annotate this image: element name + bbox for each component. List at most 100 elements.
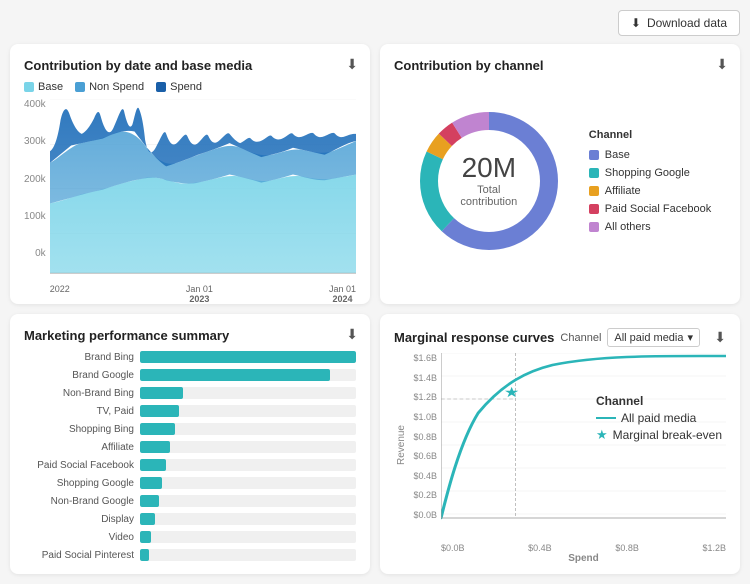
bar-track <box>140 423 356 435</box>
bar-row: Paid Social Pinterest <box>24 549 356 561</box>
bar-fill <box>140 369 330 381</box>
chart1-download-icon[interactable]: ⬇ <box>346 56 358 73</box>
bar-track <box>140 531 356 543</box>
bar-track <box>140 351 356 363</box>
channel-dot-shopping-google <box>589 168 599 178</box>
bar-track <box>140 387 356 399</box>
area-chart: 2022 Jan 012023 Jan 012024 <box>50 99 356 279</box>
chart2-title: Contribution by channel <box>394 58 726 73</box>
bar-label: Display <box>24 514 134 525</box>
bar-chart: Brand Bing Brand Google Non-Brand Bing TV, … <box>24 351 356 561</box>
dashboard-grid: Contribution by date and base media ⬇ Ba… <box>10 44 740 574</box>
mrc-chart-inner: $1.6B $1.4B $1.2B $1.0B $0.8B $0.6B $0.4… <box>407 353 726 538</box>
legend-base-label: Base <box>38 81 63 93</box>
card-contribution-channel: Contribution by channel ⬇ 20M Total cont… <box>380 44 740 304</box>
bar-fill <box>140 405 179 417</box>
bar-label: Non-Brand Bing <box>24 388 134 399</box>
chart2-download-icon[interactable]: ⬇ <box>716 56 728 73</box>
bar-label: Affiliate <box>24 442 134 453</box>
chevron-down-icon: ▾ <box>687 331 693 344</box>
channel-dot-all-others <box>589 222 599 232</box>
bar-row: Non-Brand Bing <box>24 387 356 399</box>
bar-row: Shopping Bing <box>24 423 356 435</box>
donut-label: Total contribution <box>449 184 529 208</box>
bar-fill <box>140 531 151 543</box>
mrc-legend-all-paid: All paid media <box>596 411 722 425</box>
chart1-title: Contribution by date and base media <box>24 58 356 73</box>
bar-label: Non-Brand Google <box>24 496 134 507</box>
legend-base-dot <box>24 82 34 92</box>
bar-fill <box>140 459 166 471</box>
y-axis-label: Revenue <box>394 425 407 465</box>
mrc-y-axis: $1.6B $1.4B $1.2B $1.0B $0.8B $0.6B $0.4… <box>407 353 441 538</box>
bar-row: Video <box>24 531 356 543</box>
channel-dot-paid-social-facebook <box>589 204 599 214</box>
bar-row: Brand Google <box>24 369 356 381</box>
chart3-download-icon[interactable]: ⬇ <box>346 326 358 343</box>
card-contribution-date: Contribution by date and base media ⬇ Ba… <box>10 44 370 304</box>
legend-nonspend-dot <box>75 82 85 92</box>
mrc-x-axis: $0.0B $0.4B $0.8B $1.2B <box>441 543 726 553</box>
x-axis-spend-label: Spend <box>441 553 726 564</box>
download-data-button[interactable]: ⬇ Download data <box>618 10 740 36</box>
card-marginal-response: Marginal response curves Channel All pai… <box>380 314 740 574</box>
bar-track <box>140 477 356 489</box>
mrc-svg: ★ <box>441 353 726 538</box>
mrc-legend-title: Channel <box>596 394 722 408</box>
download-icon: ⬇ <box>631 16 641 30</box>
bar-label: TV, Paid <box>24 406 134 417</box>
bar-label: Paid Social Facebook <box>24 460 134 471</box>
y-label-container: Revenue <box>394 353 407 538</box>
legend-nonspend-label: Non Spend <box>89 81 144 93</box>
area-chart-container: 400k 300k 200k 100k 0k <box>24 99 356 279</box>
channel-item-affiliate: Affiliate <box>589 185 711 197</box>
channel-legend-title: Channel <box>589 129 711 141</box>
bar-track <box>140 405 356 417</box>
bar-label: Shopping Google <box>24 478 134 489</box>
bar-label: Video <box>24 532 134 543</box>
bar-track <box>140 549 356 561</box>
bar-fill <box>140 513 155 525</box>
bar-fill <box>140 423 175 435</box>
card-marketing-performance: Marketing performance summary ⬇ Brand Bi… <box>10 314 370 574</box>
y-axis-labels: 400k 300k 200k 100k 0k <box>24 99 50 279</box>
legend-spend-label: Spend <box>170 81 202 93</box>
channel-selector-value: All paid media <box>614 332 683 344</box>
x-axis-dates: 2022 Jan 012023 Jan 012024 <box>50 284 356 304</box>
mrc-legend-break-even-label: Marginal break-even <box>613 428 722 442</box>
channel-selector[interactable]: All paid media ▾ <box>607 328 700 347</box>
donut-chart-container: 20M Total contribution Channel Base Shop… <box>394 81 726 281</box>
chart1-legend: Base Non Spend Spend <box>24 81 356 93</box>
mrc-star-icon: ★ <box>596 427 608 443</box>
channel-dot-affiliate <box>589 186 599 196</box>
bar-label: Brand Google <box>24 370 134 381</box>
mrc-svg-wrap: ★ $0.0B $0.4B $0.8B $1.2B Spend <box>441 353 726 538</box>
bar-row: Brand Bing <box>24 351 356 363</box>
donut-chart: 20M Total contribution <box>409 101 569 261</box>
area-chart-svg <box>50 99 356 279</box>
chart4-download-icon[interactable]: ⬇ <box>714 329 726 346</box>
mrc-legend-all-paid-label: All paid media <box>621 411 696 425</box>
bar-track <box>140 459 356 471</box>
channel-item-all-others: All others <box>589 221 711 233</box>
mrc-chart-with-y: Revenue $1.6B $1.4B $1.2B $1.0B $0.8B $0… <box>394 353 726 538</box>
bar-row: Shopping Google <box>24 477 356 489</box>
bar-track <box>140 513 356 525</box>
mrc-line-icon <box>596 417 616 419</box>
bar-track <box>140 369 356 381</box>
bar-row: Affiliate <box>24 441 356 453</box>
bar-label: Paid Social Pinterest <box>24 550 134 561</box>
legend-spend: Spend <box>156 81 202 93</box>
donut-center: 20M Total contribution <box>449 154 529 208</box>
channel-item-base: Base <box>589 149 711 161</box>
bar-fill <box>140 441 170 453</box>
svg-text:★: ★ <box>504 385 520 400</box>
bar-fill <box>140 495 159 507</box>
channel-legend: Channel Base Shopping Google Affiliate P… <box>589 129 711 233</box>
mrc-chart-area: $1.6B $1.4B $1.2B $1.0B $0.8B $0.6B $0.4… <box>407 353 726 538</box>
channel-label: Channel <box>560 332 601 344</box>
bar-fill <box>140 549 149 561</box>
mrc-header: Marginal response curves Channel All pai… <box>394 328 726 347</box>
bar-fill <box>140 387 183 399</box>
bar-track <box>140 495 356 507</box>
